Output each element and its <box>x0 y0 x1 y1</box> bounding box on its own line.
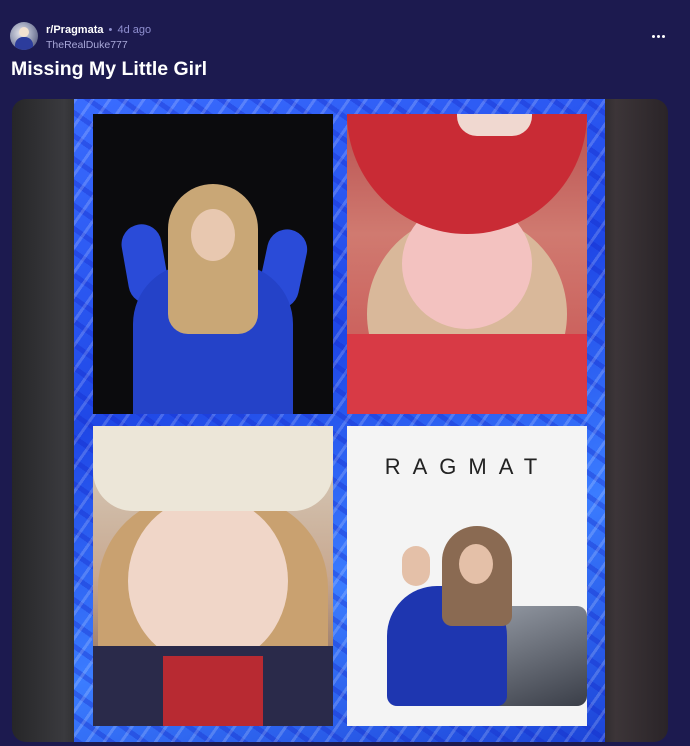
figure-scarf <box>163 656 263 726</box>
avatar-body <box>15 37 33 50</box>
photo-tile-2 <box>347 114 587 414</box>
pragmata-logo-text: RAGMAT <box>384 454 550 479</box>
figure-face <box>191 209 235 261</box>
separator-dot: • <box>108 24 113 36</box>
dot-3 <box>661 34 665 38</box>
post-header: r/Pragmata • 4d ago TheRealDuke777 <box>10 22 680 52</box>
figure-hat <box>93 426 333 511</box>
post-time: 4d ago <box>117 24 152 36</box>
photo-collage: RAGMAT <box>74 99 605 742</box>
post-media[interactable]: RAGMAT <box>12 99 668 742</box>
photo-tile-3 <box>93 426 333 726</box>
dot-1 <box>651 34 655 38</box>
author-link[interactable]: TheRealDuke777 <box>46 39 128 51</box>
subreddit-line: r/Pragmata • 4d ago <box>46 24 151 36</box>
figure-face <box>459 544 493 584</box>
subreddit-avatar[interactable] <box>10 22 38 50</box>
photo-tile-1 <box>93 114 333 414</box>
dot-2 <box>656 34 660 38</box>
figure-shirt <box>347 334 587 414</box>
hat-knot <box>457 114 532 136</box>
avatar-face <box>19 27 29 37</box>
post-title[interactable]: Missing My Little Girl <box>11 58 207 81</box>
subreddit-link[interactable]: r/Pragmata <box>46 24 103 36</box>
figure-face <box>128 496 288 666</box>
figure-hand <box>402 546 430 586</box>
photo-tile-4: RAGMAT <box>347 426 587 726</box>
more-options-button[interactable] <box>646 24 670 48</box>
